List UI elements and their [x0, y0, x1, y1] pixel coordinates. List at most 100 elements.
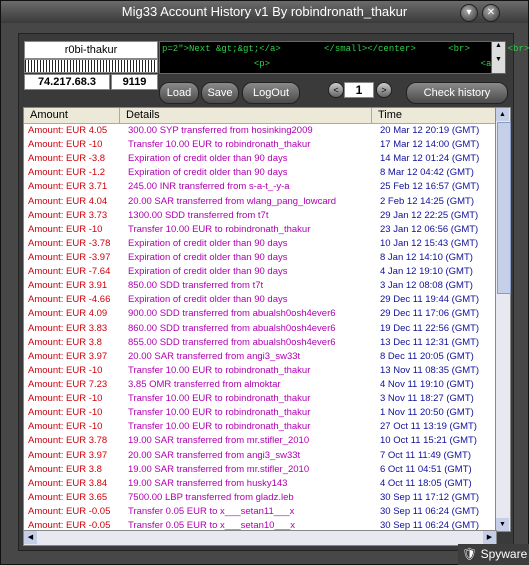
page-number-field[interactable]: 1: [344, 82, 374, 98]
amount-cell: Amount: EUR 4.05: [28, 125, 108, 136]
amount-cell: Amount: EUR -10: [28, 223, 103, 235]
logout-button[interactable]: LogOut: [242, 82, 300, 104]
time-cell: 8 Jan 12 14:10 (GMT): [380, 251, 473, 263]
console-line-1: p=2">Next &gt;&gt;</a> </small></center>…: [162, 44, 529, 54]
details-cell: 20.00 SAR transferred from wlang_pang_lo…: [128, 195, 337, 207]
details-cell: 855.00 SDD transferred from abualsh0osh4…: [128, 336, 336, 348]
time-cell: 30 Sep 11 17:12 (GMT): [380, 491, 480, 503]
table-row[interactable]: Amount: EUR 3.73 1300.00 SDD transferred …: [24, 209, 496, 223]
save-button[interactable]: Save: [201, 82, 239, 104]
shield-icon: 🛡: [462, 547, 478, 561]
details-cell: 20.00 SAR transferred from angi3_sw33t: [128, 449, 301, 461]
history-table: Amount Details Time Amount: EUR 4.05 300.…: [23, 107, 497, 532]
chevron-right-icon[interactable]: >: [376, 82, 392, 98]
details-cell: 300.00 SYP transferred from hosinking200…: [128, 125, 313, 136]
spyware-taskbar-item[interactable]: 🛡 Spyware: [458, 544, 529, 565]
table-row[interactable]: Amount: EUR 3.84 19.00 SAR transferred fr…: [24, 477, 496, 491]
table-row[interactable]: Amount: EUR 4.05 300.00 SYP transferred f…: [24, 124, 496, 138]
amount-cell: Amount: EUR -3.8: [28, 153, 106, 165]
close-icon[interactable]: ✕: [482, 4, 500, 22]
amount-cell: Amount: EUR 3.84: [28, 477, 108, 489]
time-cell: 10 Oct 11 15:21 (GMT): [380, 435, 477, 447]
scroll-left-icon[interactable]: ◀: [24, 531, 37, 544]
spyware-label: Spyware: [480, 547, 528, 561]
table-row[interactable]: Amount: EUR 3.97 20.00 SAR transferred fr…: [24, 449, 496, 463]
time-cell: 13 Nov 11 08:35 (GMT): [380, 364, 480, 376]
column-header-amount[interactable]: Amount: [24, 108, 120, 123]
details-cell: 1300.00 SDD transferred from t7t: [128, 209, 269, 221]
time-cell: 23 Jan 12 06:56 (GMT): [380, 223, 479, 235]
vertical-scrollbar[interactable]: ▲ ▼: [495, 107, 511, 532]
minimize-icon[interactable]: ▾: [460, 4, 478, 22]
chevron-left-icon[interactable]: <: [328, 82, 344, 98]
table-row[interactable]: Amount: EUR 4.04 20.00 SAR transferred fr…: [24, 195, 496, 209]
details-cell: Expiration of credit older than 90 days: [128, 294, 288, 306]
details-cell: 19.00 SAR transferred from mr.stifler_20…: [128, 435, 310, 447]
table-row[interactable]: Amount: EUR -7.64 Expiration of credit ol…: [24, 265, 496, 279]
column-header-details[interactable]: Details: [120, 108, 372, 123]
amount-cell: Amount: EUR -3.78: [28, 237, 111, 249]
table-row[interactable]: Amount: EUR -4.66 Expiration of credit ol…: [24, 293, 496, 307]
amount-cell: Amount: EUR -0.05: [28, 505, 111, 517]
table-row[interactable]: Amount: EUR -10 Transfer 10.00 EUR to rob…: [24, 420, 496, 434]
table-row[interactable]: Amount: EUR 3.8 19.00 SAR transferred fro…: [24, 463, 496, 477]
scroll-down-icon[interactable]: ▼: [496, 518, 509, 531]
amount-cell: Amount: EUR -10: [28, 407, 103, 419]
console-scrollbar[interactable]: ▲ ▼: [491, 41, 506, 74]
load-button[interactable]: Load: [159, 82, 199, 104]
time-cell: 20 Mar 12 20:19 (GMT): [380, 125, 480, 136]
table-row[interactable]: Amount: EUR -3.78 Expiration of credit ol…: [24, 237, 496, 251]
time-cell: 13 Dec 11 12:31 (GMT): [380, 336, 480, 348]
username-field[interactable]: r0bi-thakur: [24, 41, 158, 59]
details-cell: Transfer 10.00 EUR to robindronath_thaku…: [128, 364, 311, 376]
window-title: Mig33 Account History v1 By robindronath…: [121, 4, 408, 19]
scroll-right-icon[interactable]: ▶: [483, 531, 496, 544]
amount-cell: Amount: EUR 3.91: [28, 280, 108, 292]
details-cell: 20.00 SAR transferred from angi3_sw33t: [128, 350, 301, 362]
table-row[interactable]: Amount: EUR 3.71 245.00 INR transferred f…: [24, 180, 496, 194]
scroll-thumb[interactable]: [497, 122, 511, 294]
column-header-time[interactable]: Time: [372, 108, 496, 123]
details-cell: Transfer 10.00 EUR to robindronath_thaku…: [128, 223, 311, 235]
table-row[interactable]: Amount: EUR 3.65 7500.00 LBP transferred …: [24, 491, 496, 505]
table-row[interactable]: Amount: EUR 3.8 855.00 SDD transferred fr…: [24, 336, 496, 350]
scroll-up-icon[interactable]: ▲: [496, 108, 509, 121]
title-bar[interactable]: Mig33 Account History v1 By robindronath…: [1, 1, 528, 23]
details-cell: Transfer 10.00 EUR to robindronath_thaku…: [128, 407, 311, 419]
table-row[interactable]: Amount: EUR -3.8 Expiration of credit old…: [24, 152, 496, 166]
time-cell: 10 Jan 12 15:43 (GMT): [380, 237, 479, 249]
table-row[interactable]: Amount: EUR -10 Transfer 10.00 EUR to rob…: [24, 223, 496, 237]
amount-cell: Amount: EUR -10: [28, 421, 103, 433]
details-cell: Transfer 10.00 EUR to robindronath_thaku…: [128, 393, 311, 405]
port-field[interactable]: 9119: [111, 74, 158, 90]
table-row[interactable]: Amount: EUR -3.97 Expiration of credit ol…: [24, 251, 496, 265]
table-row[interactable]: Amount: EUR -0.05 Transfer 0.05 EUR to x_…: [24, 505, 496, 519]
table-row[interactable]: Amount: EUR 3.83 860.00 SDD transferred f…: [24, 322, 496, 336]
check-history-button[interactable]: Check history: [406, 82, 508, 104]
details-cell: Expiration of credit older than 90 days: [128, 237, 288, 249]
table-row[interactable]: Amount: EUR 3.78 19.00 SAR transferred fr…: [24, 434, 496, 448]
table-row[interactable]: Amount: EUR -10 Transfer 10.00 EUR to rob…: [24, 364, 496, 378]
amount-cell: Amount: EUR 3.8: [28, 336, 102, 348]
table-row[interactable]: Amount: EUR 3.91 850.00 SDD transferred f…: [24, 279, 496, 293]
ip-field[interactable]: 74.217.68.3: [24, 74, 110, 90]
details-cell: Expiration of credit older than 90 days: [128, 167, 288, 179]
table-row[interactable]: Amount: EUR -10 Transfer 10.00 EUR to rob…: [24, 392, 496, 406]
details-cell: 19.00 SAR transferred from husky143: [128, 477, 288, 489]
table-row[interactable]: Amount: EUR 7.23 3.85 OMR transferred fro…: [24, 378, 496, 392]
table-row[interactable]: Amount: EUR 3.97 20.00 SAR transferred fr…: [24, 350, 496, 364]
time-cell: 8 Mar 12 04:42 (GMT): [380, 167, 474, 179]
table-row[interactable]: Amount: EUR 4.09 900.00 SDD transferred f…: [24, 307, 496, 321]
amount-cell: Amount: EUR -10: [28, 364, 103, 376]
horizontal-scrollbar[interactable]: ◀ ▶: [23, 530, 497, 546]
table-row[interactable]: Amount: EUR -10 Transfer 10.00 EUR to rob…: [24, 406, 496, 420]
details-cell: Expiration of credit older than 90 days: [128, 153, 288, 165]
time-cell: 27 Oct 11 13:19 (GMT): [380, 421, 477, 433]
details-cell: 850.00 SDD transferred from t7t: [128, 280, 264, 292]
table-row[interactable]: Amount: EUR -1.2 Expiration of credit old…: [24, 166, 496, 180]
time-cell: 1 Nov 11 20:50 (GMT): [380, 407, 474, 419]
time-cell: 4 Oct 11 18:05 (GMT): [380, 477, 472, 489]
table-row[interactable]: Amount: EUR -10 Transfer 10.00 EUR to rob…: [24, 138, 496, 152]
html-console[interactable]: p=2">Next &gt;&gt;</a> </small></center>…: [159, 41, 529, 74]
amount-cell: Amount: EUR 3.97: [28, 350, 108, 362]
